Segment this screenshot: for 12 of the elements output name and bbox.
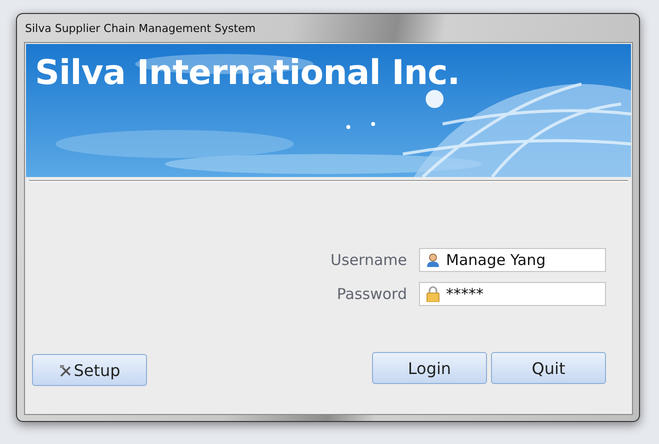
user-icon (426, 253, 440, 267)
password-field[interactable]: ***** (419, 282, 606, 306)
tools-icon (58, 364, 72, 376)
username-field[interactable]: Manage Yang (419, 248, 606, 272)
field-label: Username (330, 251, 407, 269)
window-title: Silva Supplier Chain Management System (25, 22, 256, 34)
quit-button[interactable]: Quit (491, 352, 606, 384)
field-label: Password (336, 285, 407, 303)
setup-button[interactable]: Setup (32, 354, 147, 386)
company-title: Silva International Inc. (35, 53, 460, 93)
login-button[interactable]: Login (372, 352, 487, 384)
lock-icon (426, 286, 440, 302)
